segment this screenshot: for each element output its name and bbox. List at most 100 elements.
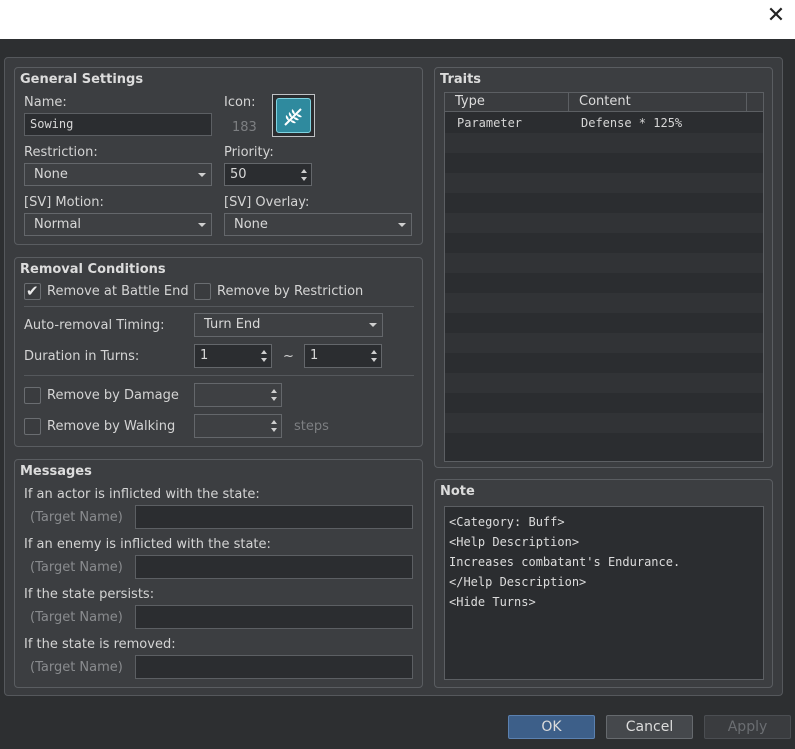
note-line: Increases combatant's Endurance.	[449, 555, 681, 569]
message-enemy-input[interactable]	[135, 555, 413, 579]
remove-by-walking-checkbox[interactable]	[24, 418, 41, 435]
restriction-value: None	[34, 167, 68, 182]
table-row[interactable]	[445, 433, 763, 453]
spin-down-icon[interactable]	[271, 428, 277, 432]
table-row[interactable]	[445, 353, 763, 373]
column-header-content[interactable]: Content	[569, 93, 747, 112]
traits-table-header: Type Content	[445, 93, 763, 112]
table-row[interactable]: Parameter Defense * 125%	[445, 113, 763, 133]
priority-stepper[interactable]: 50	[224, 163, 312, 186]
close-icon[interactable]: ✕	[764, 4, 788, 28]
target-name-placeholder: (Target Name)	[30, 610, 123, 625]
table-row[interactable]	[445, 333, 763, 353]
spin-down-icon[interactable]	[261, 358, 267, 362]
duration-max-stepper[interactable]: 1	[304, 344, 382, 368]
check-icon: ✔	[26, 282, 39, 300]
overlay-value: None	[234, 217, 268, 232]
motion-label: [SV] Motion:	[24, 195, 104, 210]
target-name-placeholder: (Target Name)	[30, 510, 123, 525]
messages-group: Messages If an actor is inflicted with t…	[14, 459, 423, 688]
removal-conditions-group: Removal Conditions ✔ Remove at Battle En…	[14, 257, 423, 447]
apply-button[interactable]: Apply	[704, 715, 791, 739]
auto-removal-label: Auto-removal Timing:	[24, 318, 165, 333]
chevron-down-icon	[198, 223, 206, 227]
motion-dropdown[interactable]: Normal	[24, 213, 212, 236]
removal-conditions-title: Removal Conditions	[20, 262, 166, 277]
table-row[interactable]	[445, 413, 763, 433]
spin-down-icon[interactable]	[371, 358, 377, 362]
trait-type-cell: Parameter	[457, 116, 523, 130]
auto-removal-dropdown[interactable]: Turn End	[194, 313, 383, 337]
table-row[interactable]	[445, 173, 763, 193]
spin-up-icon[interactable]	[271, 389, 277, 393]
spin-up-icon[interactable]	[301, 169, 307, 173]
name-field[interactable]: Sowing	[24, 113, 212, 136]
ok-button[interactable]: OK	[508, 715, 595, 739]
table-row[interactable]	[445, 133, 763, 153]
target-name-placeholder: (Target Name)	[30, 660, 123, 675]
note-line: <Hide Turns>	[449, 595, 536, 609]
remove-by-restriction-checkbox[interactable]	[194, 283, 211, 300]
column-header-type[interactable]: Type	[445, 93, 569, 112]
steps-label: steps	[294, 419, 329, 434]
message-label: If the state persists:	[24, 587, 155, 602]
table-row[interactable]	[445, 213, 763, 233]
spin-down-icon[interactable]	[271, 397, 277, 401]
message-label: If the state is removed:	[24, 637, 176, 652]
chevron-down-icon	[198, 173, 206, 177]
restriction-dropdown[interactable]: None	[24, 163, 212, 186]
divider	[24, 306, 414, 307]
note-group: Note <Category: Buff> <Help Description>…	[434, 479, 773, 688]
chevron-down-icon	[398, 223, 406, 227]
table-row[interactable]	[445, 293, 763, 313]
window-titlebar: ✕	[0, 0, 795, 39]
table-row[interactable]	[445, 233, 763, 253]
note-line: </Help Description>	[449, 575, 587, 589]
divider	[24, 375, 414, 376]
spin-up-icon[interactable]	[371, 350, 377, 354]
state-editor-dialog: General Settings Name: Sowing Icon: 183 …	[0, 39, 795, 749]
spin-up-icon[interactable]	[271, 420, 277, 424]
message-label: If an actor is inflicted with the state:	[24, 487, 260, 502]
general-settings-group: General Settings Name: Sowing Icon: 183 …	[14, 67, 423, 245]
table-row[interactable]	[445, 193, 763, 213]
traits-table[interactable]: Type Content Parameter Defense * 125%	[444, 92, 764, 462]
remove-by-damage-checkbox[interactable]	[24, 387, 41, 404]
message-persist-input[interactable]	[135, 605, 413, 629]
remove-battle-end-checkbox[interactable]: ✔	[24, 282, 41, 300]
chevron-down-icon	[369, 323, 377, 327]
table-row[interactable]	[445, 313, 763, 333]
message-removed-input[interactable]	[135, 655, 413, 679]
restriction-label: Restriction:	[24, 145, 98, 160]
table-row[interactable]	[445, 393, 763, 413]
remove-by-walking-stepper[interactable]	[194, 414, 282, 438]
table-row[interactable]	[445, 373, 763, 393]
overlay-label: [SV] Overlay:	[224, 195, 310, 210]
remove-by-damage-stepper[interactable]	[194, 383, 282, 407]
table-row[interactable]	[445, 253, 763, 273]
icon-index: 183	[232, 120, 257, 135]
note-title: Note	[440, 484, 475, 499]
leaf-sprig-icon	[276, 98, 311, 133]
overlay-dropdown[interactable]: None	[224, 213, 412, 236]
spin-up-icon[interactable]	[261, 350, 267, 354]
traits-title: Traits	[440, 72, 482, 87]
auto-removal-value: Turn End	[204, 317, 261, 332]
target-name-placeholder: (Target Name)	[30, 560, 123, 575]
remove-by-damage-label: Remove by Damage	[47, 388, 179, 403]
duration-tilde: ~	[283, 349, 294, 364]
duration-min-value: 1	[200, 348, 209, 363]
cancel-button[interactable]: Cancel	[606, 715, 693, 739]
duration-min-stepper[interactable]: 1	[194, 344, 272, 368]
traits-group: Traits Type Content Parameter Defense * 1…	[434, 67, 773, 468]
name-label: Name:	[24, 95, 67, 110]
icon-picker[interactable]	[272, 94, 315, 137]
note-line: <Help Description>	[449, 535, 580, 549]
message-actor-input[interactable]	[135, 505, 413, 529]
table-row[interactable]	[445, 273, 763, 293]
icon-label: Icon:	[224, 95, 256, 110]
state-editor-panel: General Settings Name: Sowing Icon: 183 …	[4, 57, 783, 696]
table-row[interactable]	[445, 153, 763, 173]
spin-down-icon[interactable]	[301, 177, 307, 181]
note-textarea[interactable]: <Category: Buff> <Help Description> Incr…	[444, 506, 764, 680]
